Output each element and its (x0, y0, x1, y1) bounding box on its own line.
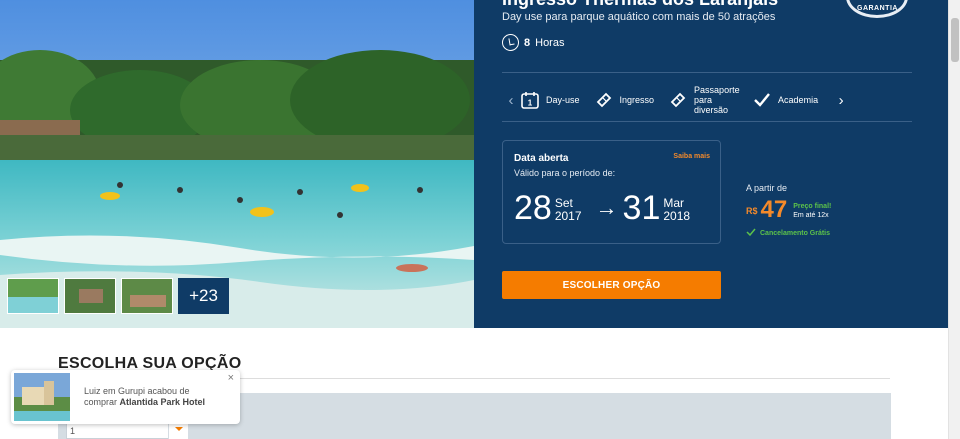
product-subtitle: Day use para parque aquático com mais de… (502, 11, 776, 23)
choose-option-button[interactable]: ESCOLHER OPÇÃO (502, 271, 721, 299)
end-year: 2018 (663, 209, 691, 223)
check-icon (746, 228, 756, 238)
toast-message: Luiz em Gurupi acabou de comprar Atlanti… (84, 386, 205, 408)
duration-unit: Horas (535, 36, 565, 49)
end-month: Mar (663, 196, 685, 210)
feature-label: Passaporte para diversão (694, 85, 740, 115)
svg-text:1: 1 (528, 99, 533, 108)
chevron-left-icon[interactable]: ‹ (502, 92, 520, 109)
scrollbar-thumb[interactable] (951, 18, 959, 62)
end-month-year: Mar 2018 (663, 197, 690, 223)
feature-label: Ingresso (619, 95, 655, 105)
divider (502, 72, 912, 73)
product-title: Ingresso Thermas dos Laranjais (502, 0, 778, 10)
feature-carousel: ‹ 1 Day-use Ingresso Passaporte para div… (502, 78, 912, 122)
final-price-label: Preço final! (793, 203, 832, 210)
gallery-thumbnail[interactable] (7, 278, 59, 314)
purchase-toast: Luiz em Gurupi acabou de comprar Atlanti… (11, 370, 240, 424)
arrow-right-icon: → (595, 195, 618, 220)
clock-icon (502, 34, 519, 51)
date-box: Data aberta Saiba mais Válido para o per… (502, 140, 721, 244)
gallery-thumbnail[interactable] (121, 278, 173, 314)
duration-value: 8 (524, 36, 531, 49)
feature-label: Academia (778, 95, 819, 105)
installments-label: Em até 12x (793, 212, 829, 219)
start-day: 28 (514, 189, 552, 227)
thumbnail-strip: +23 (7, 278, 229, 314)
feature-item: Passaporte para diversão (668, 85, 740, 115)
start-month: Set (554, 196, 573, 210)
more-info-link[interactable]: Saiba mais (673, 153, 710, 160)
price-value: 47 (760, 196, 788, 223)
check-icon (752, 90, 772, 110)
more-photos-button[interactable]: +23 (178, 278, 229, 314)
start-year: 2017 (554, 209, 582, 223)
start-month-year: Set 2017 (555, 197, 582, 223)
scrollbar[interactable] (948, 0, 960, 439)
ticket-icon (668, 90, 688, 110)
page: +23 Ingresso Thermas dos Laranjais Day u… (0, 0, 960, 439)
end-day: 31 (622, 189, 661, 227)
feature-item: Academia (752, 90, 818, 110)
close-icon[interactable]: × (228, 372, 234, 384)
feature-label: Day-use (546, 95, 580, 105)
ticket-icon (594, 90, 614, 110)
feature-item: 1 Day-use (520, 90, 580, 110)
date-range: 28 Set 2017 → 31 Mar 2018 (514, 191, 690, 225)
gallery-thumbnail[interactable] (64, 278, 116, 314)
toast-hotel-name: Atlantida Park Hotel (119, 397, 206, 407)
cancellation-note: Cancelamento Grátis (746, 228, 831, 238)
price-row: R$ 47 Preço final! Em até 12x (746, 198, 831, 222)
hotel-thumbnail (14, 373, 70, 421)
chevron-right-icon[interactable]: › (832, 92, 850, 109)
toast-line2-prefix: comprar (84, 397, 118, 407)
feature-item: Ingresso (594, 90, 655, 110)
price-currency: R$ (746, 206, 758, 216)
cancellation-label: Cancelamento Grátis (760, 229, 831, 237)
guarantee-seal: GARANTIA (846, 0, 908, 18)
calendar-icon: 1 (520, 90, 540, 110)
duration: 8 Horas (502, 34, 564, 51)
date-box-title: Data aberta (514, 153, 569, 164)
price-notes: Preço final! Em até 12x (793, 202, 831, 220)
price-block: A partir de R$ 47 Preço final! Em até 12… (746, 183, 831, 238)
divider (502, 121, 912, 122)
price-from-label: A partir de (746, 183, 788, 193)
seal-label: GARANTIA (857, 5, 898, 12)
valid-period-label: Válido para o período de: (514, 168, 616, 178)
product-panel: Ingresso Thermas dos Laranjais Day use p… (474, 0, 948, 328)
toast-line1: Luiz em Gurupi acabou de (84, 386, 190, 396)
